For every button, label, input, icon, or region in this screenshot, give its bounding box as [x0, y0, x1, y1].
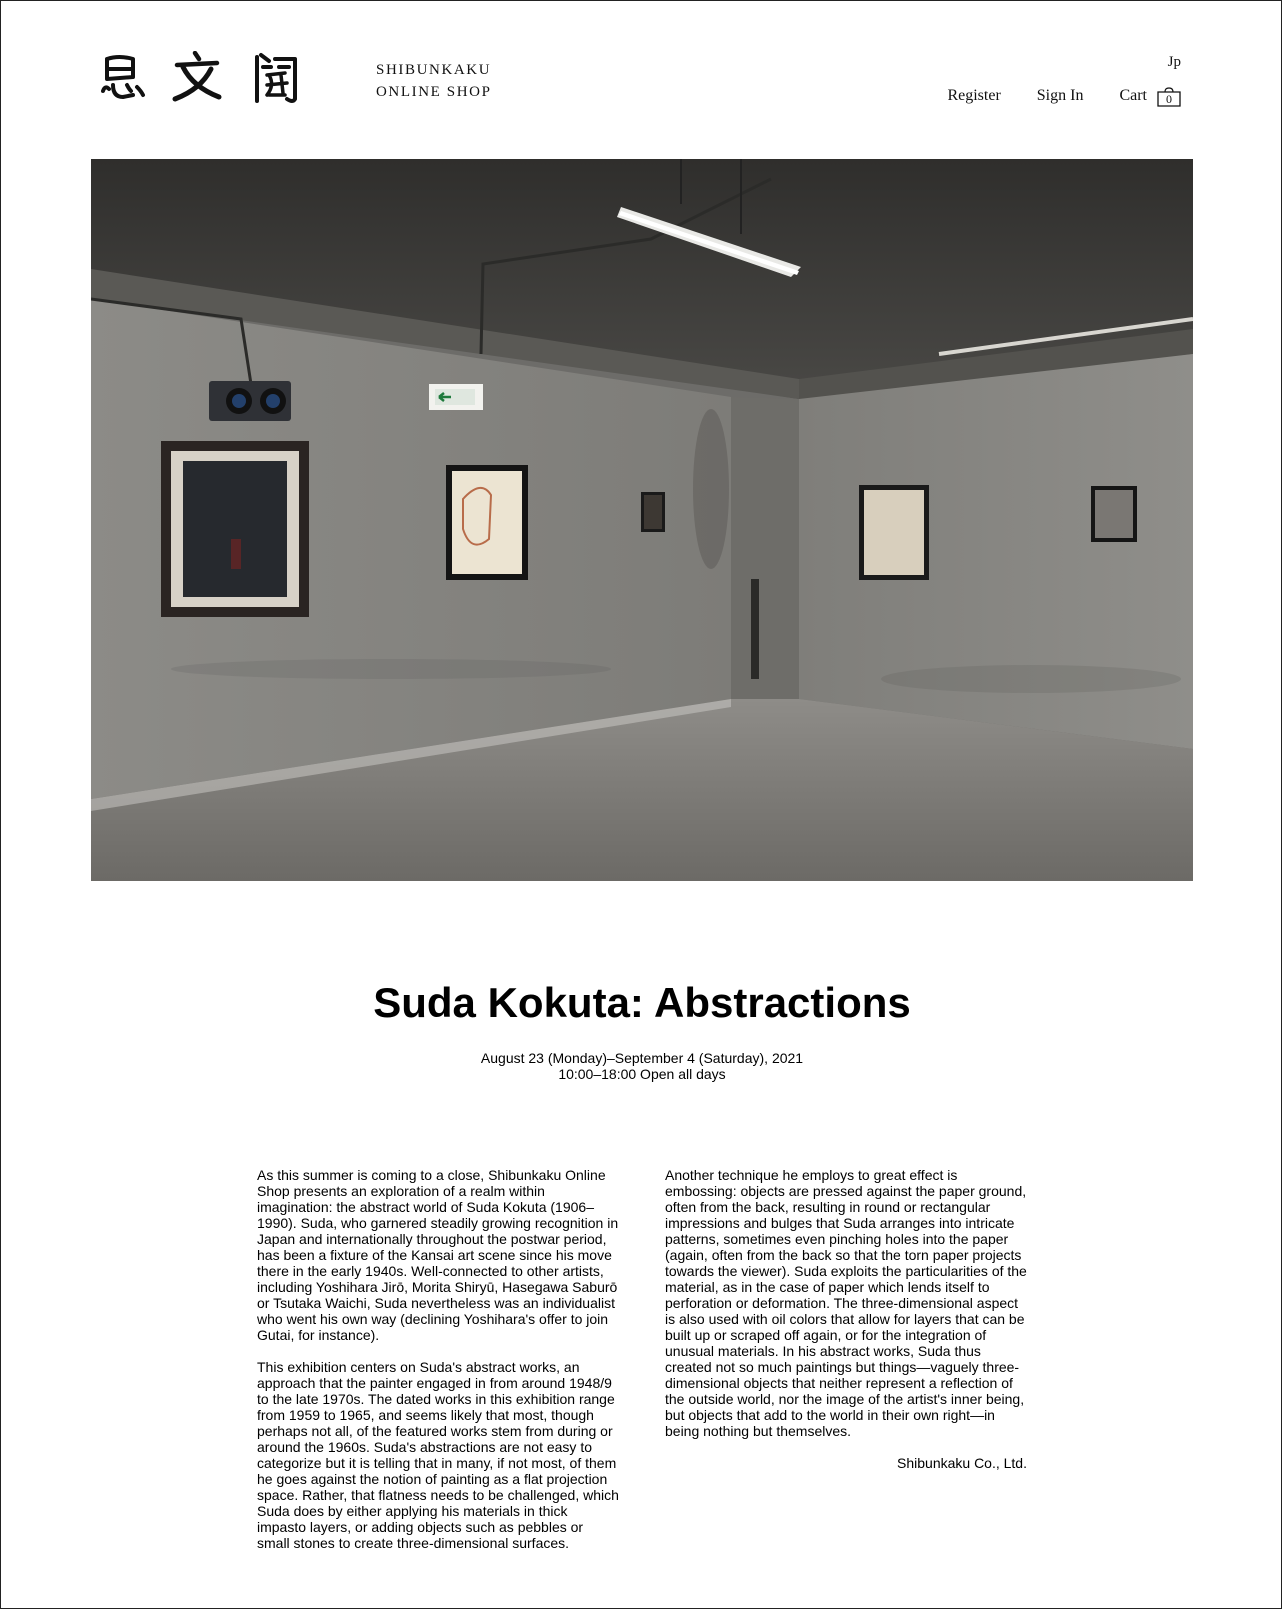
exhibition-date-range: August 23 (Monday)–September 4 (Saturday…: [480, 1050, 804, 1066]
logo-calligraphy-icon: [101, 50, 297, 103]
cart-link[interactable]: Cart 0: [1119, 85, 1181, 107]
cart-count: 0: [1166, 92, 1172, 106]
page-frame: SHIBUNKAKU ONLINE SHOP Jp Register Sign …: [0, 0, 1282, 1609]
cart-label: Cart: [1119, 87, 1147, 104]
signoff: Shibunkaku Co., Ltd.: [897, 1455, 1027, 1471]
brand-line-2: ONLINE SHOP: [376, 84, 492, 100]
body-column-right: Another technique he employs to great ef…: [665, 1167, 1027, 1487]
brand-line-1: SHIBUNKAKU: [376, 62, 492, 78]
body-paragraph: Another technique he employs to great ef…: [665, 1167, 1027, 1439]
gallery-hero-image: [91, 159, 1193, 881]
sign-in-link[interactable]: Sign In: [1037, 87, 1084, 105]
body-paragraph: This exhibition centers on Suda's abstra…: [257, 1359, 619, 1551]
header-nav: Register Sign In Cart 0: [947, 85, 1181, 107]
brand-name[interactable]: SHIBUNKAKU ONLINE SHOP: [376, 59, 492, 103]
exhibition-dates: August 23 (Monday)–September 4 (Saturday…: [1, 1050, 1282, 1082]
body-paragraph: As this summer is coming to a close, Shi…: [257, 1167, 619, 1343]
register-link[interactable]: Register: [947, 87, 1000, 105]
body-column-left: As this summer is coming to a close, Shi…: [257, 1167, 619, 1567]
language-switch-link[interactable]: Jp: [1168, 54, 1181, 71]
shopping-bag-icon: 0: [1157, 87, 1181, 107]
exhibition-title: Suda Kokuta: Abstractions: [373, 979, 911, 1026]
logo-kanji[interactable]: [99, 50, 299, 105]
exhibition-hours: 10:00–18:00 Open all days: [558, 1066, 726, 1082]
